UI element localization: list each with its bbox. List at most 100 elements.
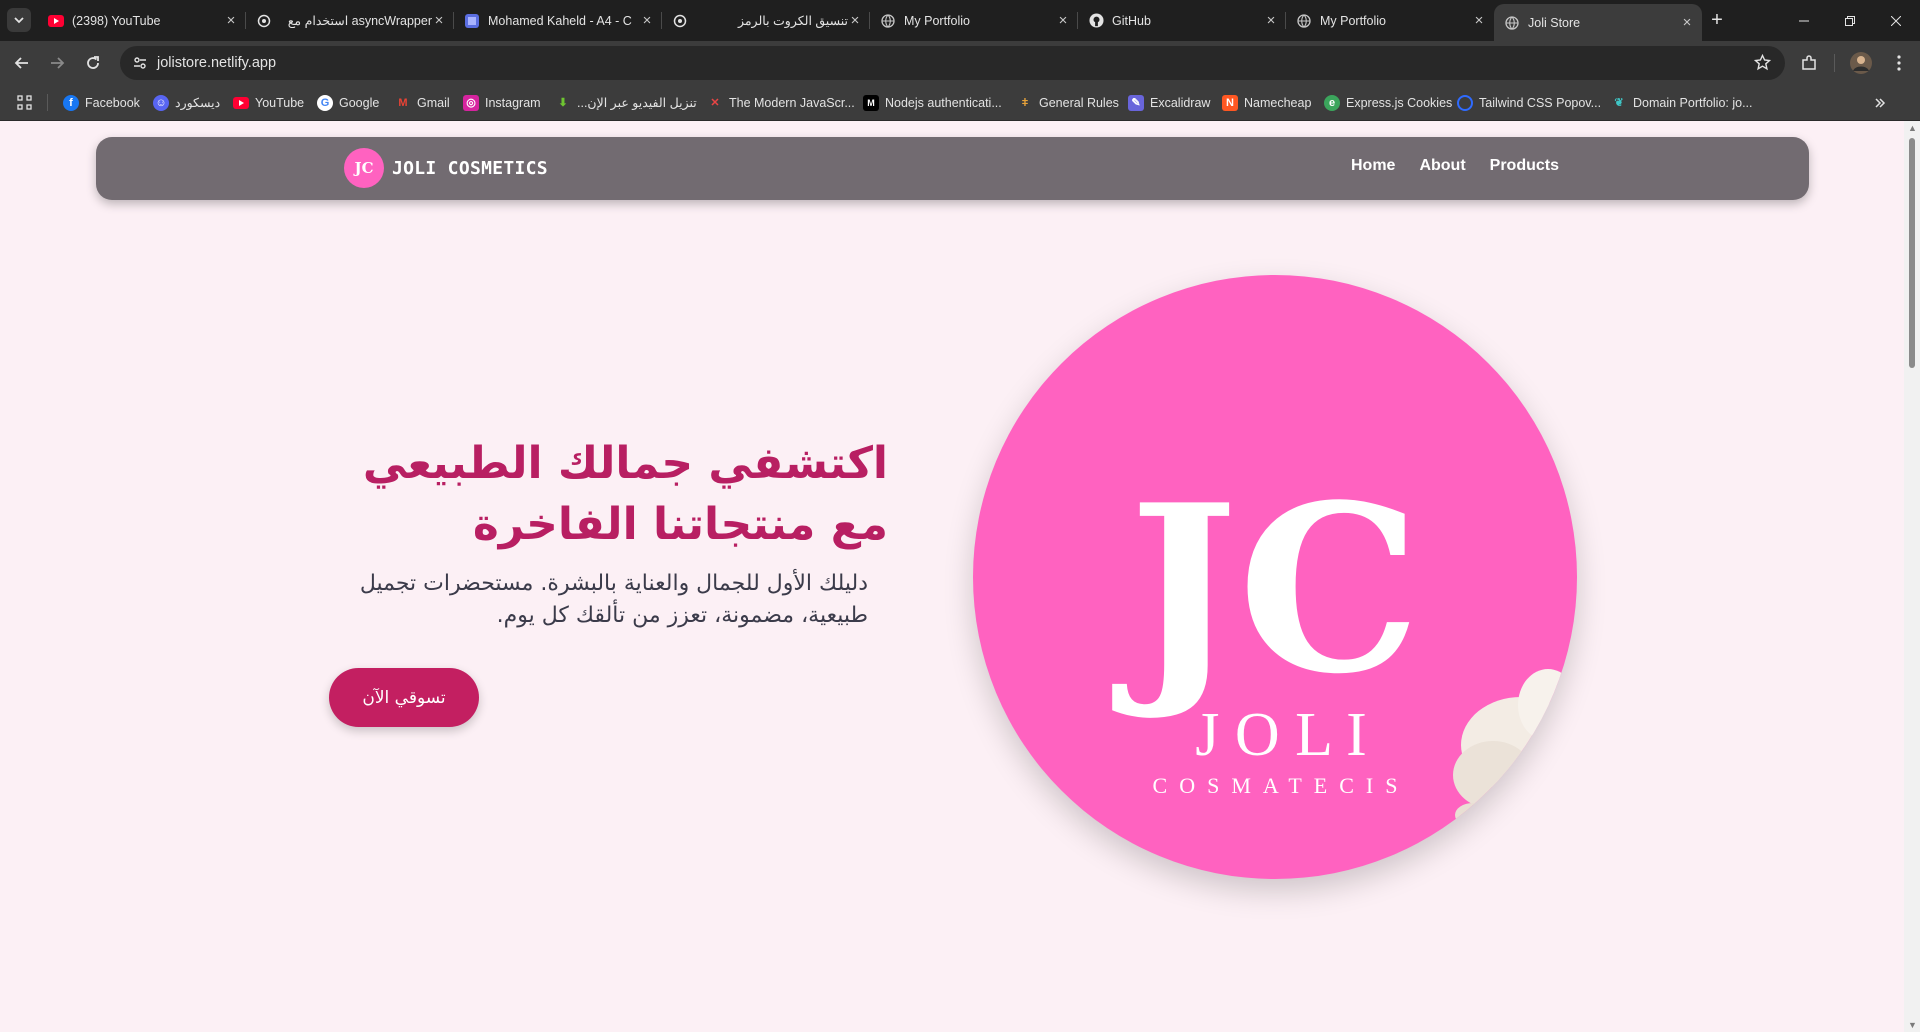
puzzle-icon — [1802, 55, 1816, 70]
close-icon[interactable]: × — [1056, 13, 1070, 28]
tab-search-button[interactable] — [7, 8, 31, 32]
hero-logo-image: JC J O L I COSMATECIS — [973, 275, 1577, 879]
back-button[interactable] — [7, 48, 37, 78]
facebook-icon: f — [63, 94, 79, 111]
brand-name: JOLI COSMETICS — [392, 157, 548, 179]
rules-icon: ǂ — [1021, 96, 1029, 109]
gmail-icon: M — [398, 96, 408, 109]
tab-portfolio-1[interactable]: My Portfolio × — [870, 0, 1078, 41]
bookmark-youtube[interactable]: YouTube — [233, 85, 304, 120]
kebab-menu-icon — [1897, 55, 1901, 71]
site-info-icon[interactable] — [130, 53, 150, 73]
scroll-up-arrow-icon[interactable]: ▲ — [1908, 124, 1917, 133]
discord-icon: ☺ — [153, 94, 169, 111]
nav-links: Home About Products — [1351, 157, 1559, 175]
nav-about-link[interactable]: About — [1419, 157, 1465, 175]
bookmark-label: تنزيل الفيديو عبر الإن... — [577, 96, 697, 110]
close-icon[interactable]: × — [1264, 13, 1278, 28]
tailwind-icon — [1457, 94, 1473, 111]
address-bar[interactable]: jolistore.netlify.app — [120, 46, 1785, 80]
hero-subtitle: دليلك الأول للجمال والعناية بالبشرة. مست… — [359, 571, 868, 628]
bookmark-label: Express.js Cookies — [1346, 95, 1453, 110]
bookmark-gmail[interactable]: M Gmail — [395, 85, 450, 120]
bookmark-label: ديسكورد — [175, 96, 221, 110]
hero-logo-graphic: JC J O L I COSMATECIS — [1112, 455, 1577, 827]
bookmark-star-icon[interactable] — [1753, 53, 1772, 76]
close-icon[interactable]: × — [640, 13, 654, 28]
nav-home-link[interactable]: Home — [1351, 157, 1395, 175]
apps-button[interactable] — [17, 85, 32, 120]
bookmark-general-rules[interactable]: ǂ General Rules — [1017, 85, 1119, 120]
tab-joli-store[interactable]: Joli Store × — [1494, 4, 1702, 41]
bookmark-namecheap[interactable]: N Namecheap — [1222, 85, 1311, 120]
bookmark-express-cookies[interactable]: e Express.js Cookies — [1324, 85, 1452, 120]
minimize-button[interactable] — [1781, 0, 1827, 41]
bookmarks-bar: f Facebook ☺ ديسكورد YouTube G Google M … — [0, 85, 1920, 121]
tab-resume[interactable]: Mohamed Kaheld - A4 - C × — [454, 0, 662, 41]
tab-title: (2398) YouTube — [72, 13, 161, 28]
browser-menu-button[interactable] — [1884, 48, 1914, 78]
avatar-icon — [1850, 52, 1872, 74]
bookmark-label: The Modern JavaScr... — [729, 95, 855, 110]
scroll-down-arrow-icon[interactable]: ▼ — [1908, 1021, 1917, 1030]
bookmark-excalidraw[interactable]: ✎ Excalidraw — [1128, 85, 1210, 120]
tab-youtube[interactable]: (2398) YouTube × — [38, 0, 246, 41]
hero-title-line-1: اكتشفي جمالك الطبيعي — [362, 438, 888, 489]
express-icon: e — [1324, 94, 1340, 111]
javascript-icon: ✕ — [710, 97, 720, 109]
bookmark-google[interactable]: G Google — [317, 85, 379, 120]
apps-grid-icon — [17, 95, 32, 110]
bookmark-tailwind-popover[interactable]: Tailwind CSS Popov... — [1457, 85, 1601, 120]
tab-chatgpt-cards[interactable]: تنسيق الكروت بالرمز × — [662, 0, 870, 41]
tab-github[interactable]: GitHub × — [1078, 0, 1286, 41]
close-icon[interactable]: × — [432, 13, 446, 28]
bookmark-label: Excalidraw — [1150, 95, 1211, 110]
reload-button[interactable] — [78, 48, 108, 78]
close-icon[interactable]: × — [1472, 13, 1486, 28]
forward-button[interactable] — [42, 48, 72, 78]
close-icon[interactable]: × — [1680, 15, 1694, 30]
shop-now-button[interactable]: تسوقي الآن — [329, 668, 479, 727]
hero-tagline: COSMATECIS — [1153, 773, 1410, 798]
flower-decoration — [1453, 669, 1577, 827]
bookmark-label: Gmail — [417, 95, 450, 110]
excalidraw-icon: ✎ — [1128, 94, 1144, 111]
url-text[interactable]: jolistore.netlify.app — [157, 55, 276, 71]
close-icon[interactable]: × — [224, 13, 238, 28]
restore-button[interactable] — [1827, 0, 1873, 41]
tab-portfolio-2[interactable]: My Portfolio × — [1286, 0, 1494, 41]
bookmark-nodejs-auth[interactable]: M Nodejs authenticati... — [863, 85, 1002, 120]
close-icon — [1891, 15, 1901, 26]
bookmark-label: Tailwind CSS Popov... — [1479, 95, 1602, 110]
close-window-button[interactable] — [1873, 0, 1919, 41]
bookmark-discord[interactable]: ☺ ديسكورد — [153, 85, 220, 120]
page-scrollbar[interactable]: ▲ ▼ — [1904, 121, 1920, 1032]
tab-chatgpt-async[interactable]: asyncWrapper استخدام مع × — [246, 0, 454, 41]
bookmark-domain-portfolio[interactable]: ❦ Domain Portfolio: jo... — [1611, 85, 1753, 120]
google-icon: G — [317, 94, 333, 111]
youtube-icon — [48, 13, 64, 29]
tab-title: Joli Store — [1528, 15, 1581, 30]
bookmark-modern-js[interactable]: ✕ The Modern JavaScr... — [707, 85, 855, 120]
bookmark-label: YouTube — [255, 95, 305, 110]
bookmark-label: Instagram — [485, 95, 541, 110]
scrollbar-thumb[interactable] — [1909, 138, 1915, 368]
chevron-down-icon — [14, 17, 24, 24]
tab-title: GitHub — [1112, 13, 1151, 28]
forward-arrow-icon — [51, 57, 65, 69]
close-icon[interactable]: × — [848, 13, 862, 28]
profile-avatar[interactable] — [1846, 48, 1876, 78]
youtube-icon — [233, 95, 249, 111]
globe-icon — [1296, 13, 1312, 29]
extensions-button[interactable] — [1794, 48, 1824, 78]
bookmark-video-download[interactable]: ⬇ تنزيل الفيديو عبر الإن... — [555, 85, 697, 120]
nav-products-link[interactable]: Products — [1490, 157, 1559, 175]
bookmark-instagram[interactable]: ◎ Instagram — [463, 85, 541, 120]
bookmark-label: Domain Portfolio: jo... — [1633, 95, 1753, 110]
hero-monogram: JC — [1112, 455, 1421, 725]
new-tab-button[interactable]: + — [1705, 9, 1729, 33]
brand[interactable]: JC JOLI COSMETICS — [344, 148, 548, 188]
bookmarks-overflow-button[interactable] — [1874, 85, 1886, 120]
instagram-icon: ◎ — [463, 94, 479, 111]
bookmark-facebook[interactable]: f Facebook — [63, 85, 140, 120]
